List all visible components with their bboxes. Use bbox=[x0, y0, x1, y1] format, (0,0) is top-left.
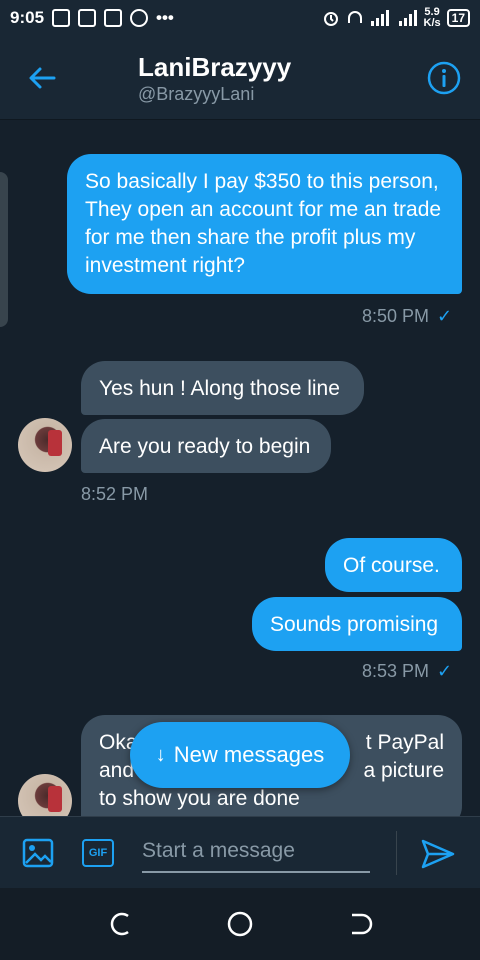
contact-name[interactable]: LaniBrazyyy bbox=[138, 52, 291, 83]
message-text: and bbox=[99, 759, 135, 782]
recents-icon[interactable] bbox=[106, 910, 134, 938]
contact-handle[interactable]: @BrazyyyLani bbox=[138, 84, 254, 105]
send-icon[interactable] bbox=[420, 837, 456, 871]
system-navigation-bar bbox=[0, 888, 480, 960]
alarm-icon bbox=[323, 12, 338, 26]
arrow-left-icon[interactable] bbox=[26, 62, 58, 94]
more-notifications-dots: ••• bbox=[156, 8, 174, 27]
divider bbox=[396, 831, 397, 875]
news-icon bbox=[104, 9, 123, 27]
gif-button[interactable]: GIF bbox=[82, 839, 114, 867]
back-nav-icon[interactable] bbox=[346, 910, 374, 938]
arrow-down-icon: ↓ bbox=[155, 743, 166, 766]
conversation-header: LaniBrazyyy @BrazyyyLani bbox=[0, 36, 480, 120]
message-text: a picture bbox=[363, 759, 444, 782]
message-bubble-outgoing[interactable]: Sounds promising bbox=[252, 597, 462, 651]
scroll-indicator[interactable] bbox=[0, 172, 8, 327]
status-bar: 9:05 ••• 5.9 K/s 17 bbox=[0, 0, 480, 36]
info-icon[interactable] bbox=[426, 60, 462, 96]
message-timestamp: 8:53 PM ✓ bbox=[362, 661, 453, 681]
signal-icon-2 bbox=[398, 10, 417, 26]
message-bubble-outgoing[interactable]: So basically I pay $350 to this person, … bbox=[67, 154, 462, 294]
message-composer: GIF bbox=[0, 816, 480, 888]
battery-icon: 17 bbox=[446, 9, 470, 27]
home-icon[interactable] bbox=[226, 910, 254, 938]
new-messages-label: New messages bbox=[173, 742, 325, 767]
read-check-icon: ✓ bbox=[437, 306, 453, 326]
message-input[interactable] bbox=[142, 831, 370, 873]
message-timestamp: 8:50 PM ✓ bbox=[362, 306, 453, 326]
status-time: 9:05 bbox=[10, 8, 45, 27]
signal-icon bbox=[370, 10, 389, 26]
gallery-icon bbox=[78, 9, 97, 27]
sim-icon bbox=[52, 9, 71, 27]
message-text: to show you are done bbox=[99, 787, 300, 810]
message-text: t PayPal bbox=[365, 731, 444, 754]
network-speed: 5.9 K/s bbox=[423, 6, 441, 29]
google-icon bbox=[130, 9, 149, 27]
image-icon[interactable] bbox=[22, 837, 54, 869]
message-bubble-outgoing[interactable]: Of course. bbox=[325, 538, 462, 592]
read-check-icon: ✓ bbox=[437, 661, 453, 681]
headphones-icon bbox=[347, 11, 362, 23]
avatar[interactable] bbox=[18, 418, 72, 472]
message-timestamp: 8:52 PM bbox=[81, 484, 149, 504]
new-messages-button[interactable]: ↓ New messages bbox=[130, 722, 350, 788]
message-bubble-incoming[interactable]: Yes hun ! Along those line bbox=[81, 361, 364, 415]
message-bubble-incoming[interactable]: Are you ready to begin bbox=[81, 419, 331, 473]
